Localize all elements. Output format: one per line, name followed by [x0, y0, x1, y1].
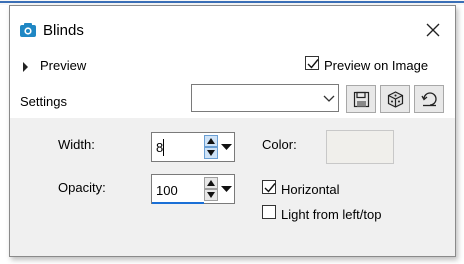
color-swatch[interactable] — [326, 130, 394, 164]
checkmark-icon — [307, 59, 319, 69]
caret-down-icon — [221, 144, 232, 150]
preset-dropdown[interactable] — [191, 84, 339, 112]
light-from-left-top-label[interactable]: Light from left/top — [281, 207, 381, 222]
spin-arrows-icon — [204, 135, 218, 159]
color-label: Color: — [262, 137, 297, 152]
width-dropdown-arrow[interactable] — [220, 135, 233, 159]
checkmark-icon — [264, 183, 276, 193]
horizontal-label[interactable]: Horizontal — [281, 182, 340, 197]
close-icon — [426, 23, 440, 37]
background-blue-line — [0, 1, 464, 3]
light-from-left-top-checkbox[interactable] — [262, 205, 276, 219]
preview-on-image-checkbox[interactable] — [305, 56, 319, 70]
preview-on-image-label[interactable]: Preview on Image — [324, 58, 428, 73]
camera-icon — [20, 23, 36, 37]
preview-toggle[interactable]: Preview — [40, 58, 86, 73]
opacity-dropdown-arrow[interactable] — [220, 177, 233, 201]
close-button[interactable] — [422, 19, 444, 41]
opacity-value[interactable]: 100 — [156, 183, 178, 198]
width-label: Width: — [58, 137, 95, 152]
opacity-up-down-arrows[interactable] — [204, 177, 218, 201]
blinds-dialog: Blinds Preview Preview on Image Settings — [9, 5, 456, 257]
save-preset-button[interactable] — [346, 85, 376, 113]
title-bar: Blinds — [10, 6, 455, 52]
horizontal-checkbox[interactable] — [262, 180, 276, 194]
text-cursor — [163, 139, 164, 156]
reset-default-icon — [421, 92, 437, 107]
focus-underline — [152, 202, 204, 204]
caret-down-icon — [221, 186, 232, 192]
chevron-down-icon[interactable] — [321, 86, 337, 110]
random-dice-icon — [387, 91, 404, 108]
opacity-spinbox[interactable]: 100 — [151, 174, 235, 204]
window-title: Blinds — [43, 22, 84, 39]
reset-default-button[interactable] — [414, 85, 444, 113]
random-parameters-button[interactable] — [380, 85, 410, 113]
save-preset-icon — [353, 91, 370, 108]
spin-arrows-icon — [204, 177, 218, 201]
width-spinbox[interactable]: 8 — [151, 132, 235, 162]
settings-label: Settings — [20, 94, 67, 109]
width-up-down-arrows[interactable] — [204, 135, 218, 159]
opacity-label: Opacity: — [58, 180, 106, 195]
expand-arrow-icon[interactable] — [23, 62, 28, 72]
